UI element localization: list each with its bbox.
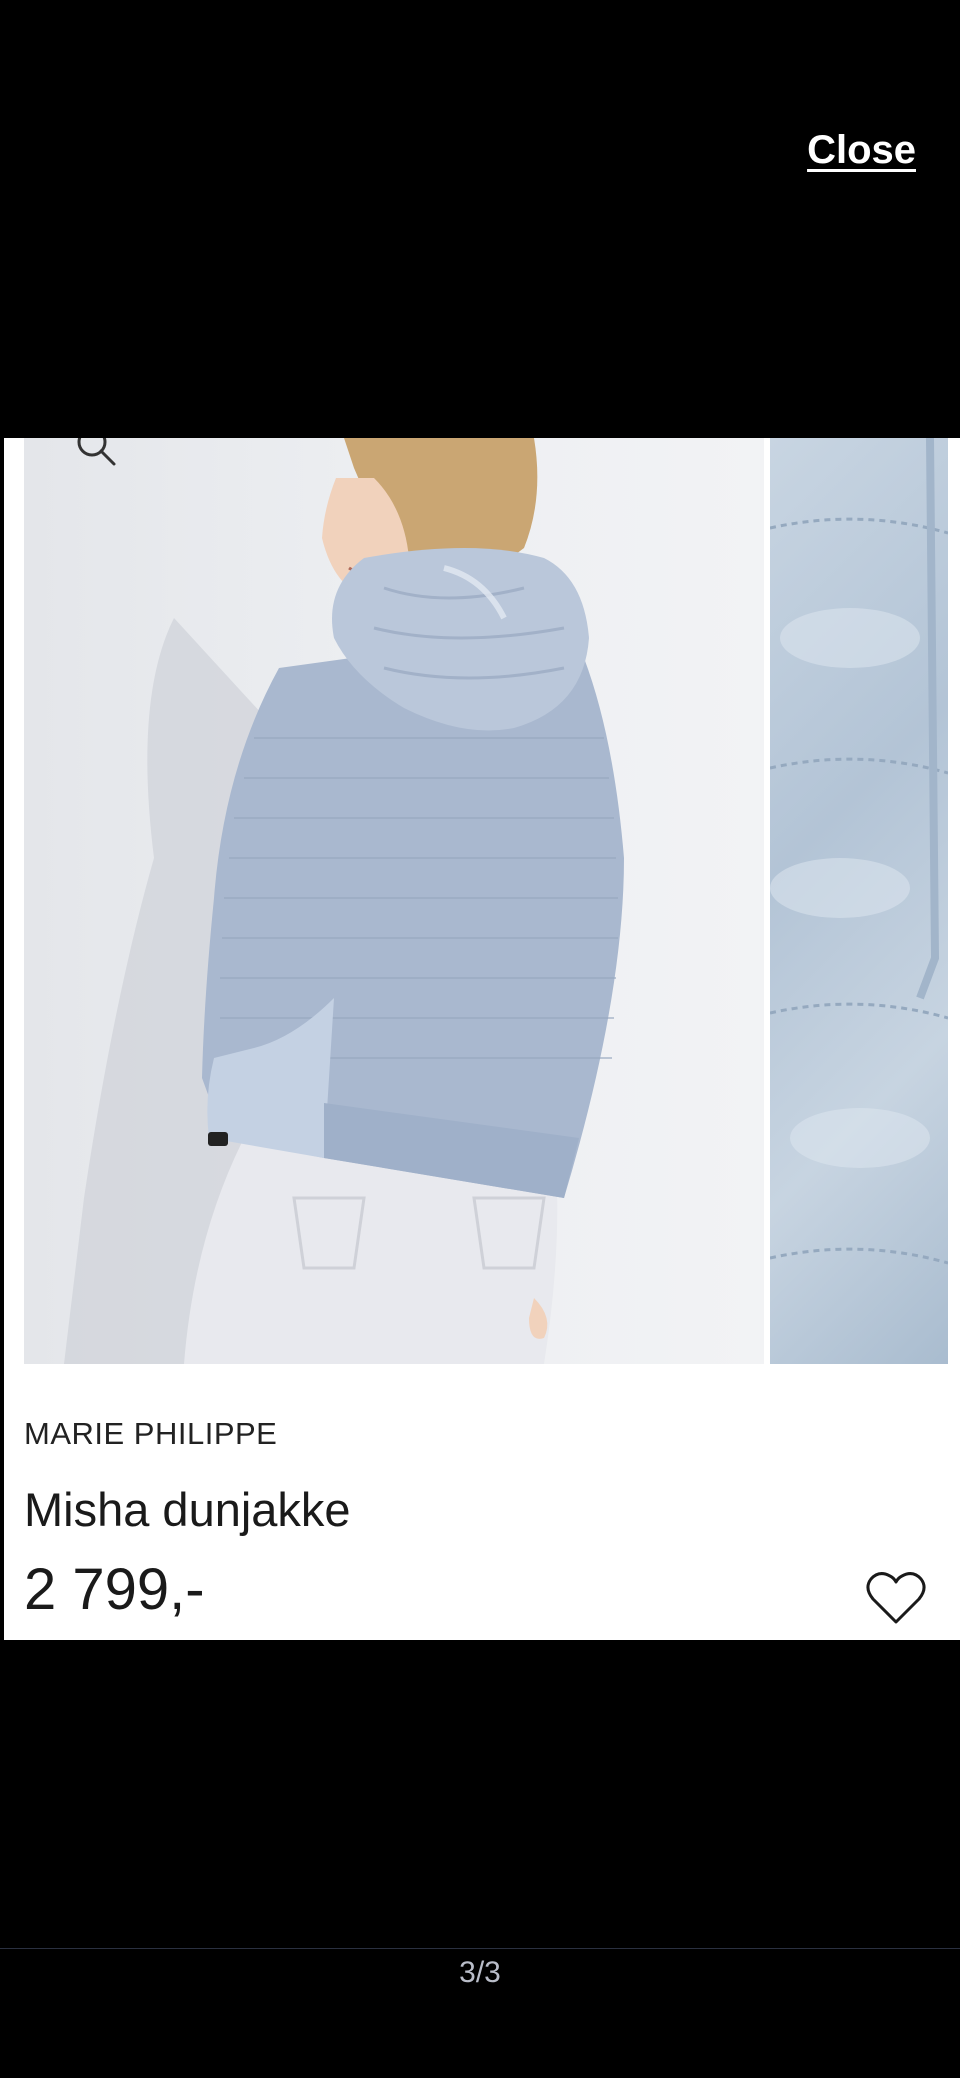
product-main-photo[interactable]: [24, 438, 764, 1364]
product-title[interactable]: Misha dunjakke: [24, 1482, 351, 1537]
model-illustration: [64, 438, 624, 1364]
magnifier-icon[interactable]: [72, 438, 120, 470]
close-button[interactable]: Close: [807, 128, 916, 173]
product-brand: MARIE PHILIPPE: [24, 1416, 278, 1451]
heart-icon[interactable]: [866, 1570, 926, 1626]
product-card[interactable]: MARIE PHILIPPE Misha dunjakke 2 799,-: [4, 438, 960, 1640]
page-indicator: 3/3: [459, 1956, 501, 1989]
product-price: 2 799,-: [24, 1557, 205, 1622]
product-detail-photo[interactable]: [770, 438, 948, 1364]
puffer-detail-illustration: [770, 438, 948, 1265]
